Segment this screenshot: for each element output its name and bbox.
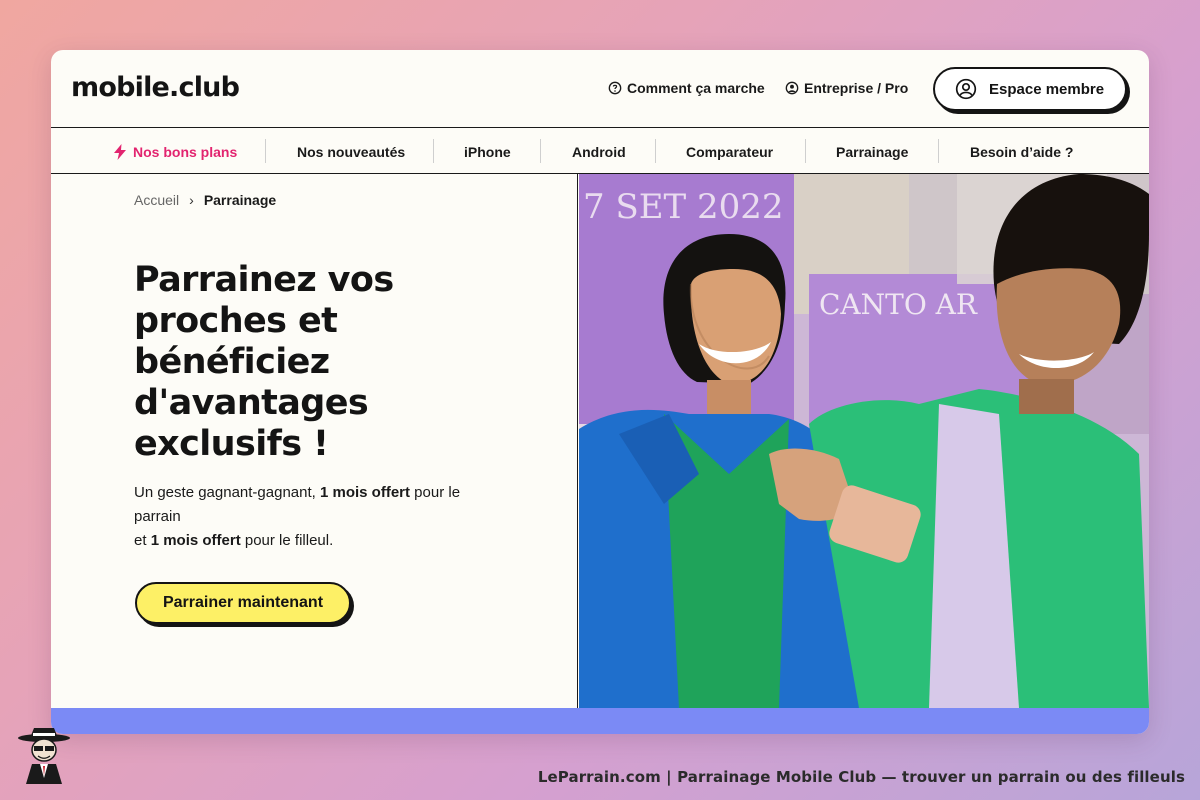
lightning-icon — [114, 143, 126, 160]
nav-divider — [540, 139, 541, 163]
nav-item-deals[interactable]: Nos bons plans — [113, 129, 237, 174]
nav-item-label: Nos nouveautés — [297, 143, 406, 160]
hero-text-panel: Accueil › Parrainage Parrainez vos proch… — [51, 174, 578, 708]
hero-photo: 7 SET 2022 CANTO AR — [579, 174, 1149, 708]
business-pro-label: Entreprise / Pro — [804, 80, 909, 96]
how-it-works-link[interactable]: Comment ça marche — [608, 80, 765, 96]
nav-item-new[interactable]: Nos nouveautés — [297, 129, 405, 174]
poster-text: CANTO AR — [819, 288, 978, 321]
poster-text: 7 SET 2022 — [583, 187, 784, 227]
footer-band — [51, 708, 1149, 734]
leparrain-mascot-logo — [18, 728, 70, 784]
nav-item-comparator[interactable]: Comparateur — [686, 129, 773, 174]
nav-divider — [265, 139, 266, 163]
breadcrumb-current: Parrainage — [203, 192, 277, 208]
nav-item-label: Nos bons plans — [133, 143, 238, 160]
subtext-bold: 1 mois offert — [319, 484, 410, 501]
subtext-bold: 1 mois offert — [150, 532, 241, 549]
nav-item-android[interactable]: Android — [572, 129, 626, 174]
nav-item-label: iPhone — [464, 143, 511, 160]
nav-item-help[interactable]: Besoin d’aide ? — [970, 129, 1073, 174]
business-pro-link[interactable]: Entreprise / Pro — [785, 80, 908, 96]
breadcrumb-home-link[interactable]: Accueil — [134, 192, 179, 208]
question-circle-icon — [608, 81, 622, 95]
chevron-right-icon: › — [189, 192, 194, 208]
friends-photo-illustration: 7 SET 2022 CANTO AR — [579, 174, 1149, 708]
nav-item-referral[interactable]: Parrainage — [836, 129, 908, 174]
nav-item-iphone[interactable]: iPhone — [464, 129, 511, 174]
browser-window: mobile.club Comment ça marche Entreprise… — [51, 50, 1149, 734]
user-circle-icon — [955, 78, 977, 100]
breadcrumb: Accueil › Parrainage — [134, 192, 276, 208]
hero-subtext: Un geste gagnant-gagnant, 1 mois offert … — [134, 481, 504, 553]
subtext-part: Un geste gagnant-gagnant, — [134, 484, 320, 501]
page-caption: LeParrain.com | Parrainage Mobile Club —… — [537, 768, 1185, 786]
top-header: mobile.club Comment ça marche Entreprise… — [51, 50, 1149, 128]
page-title: Parrainez vos proches et bénéficiez d'av… — [134, 260, 394, 464]
nav-item-label: Android — [572, 143, 626, 160]
main-nav: Nos bons plans Nos nouveautés iPhone And… — [51, 129, 1149, 174]
nav-divider — [655, 139, 656, 163]
subtext-part: et — [134, 532, 151, 549]
nav-item-label: Comparateur — [686, 143, 774, 160]
nav-item-label: Besoin d’aide ? — [970, 143, 1074, 160]
nav-divider — [938, 139, 939, 163]
subtext-part: pour le filleul. — [240, 532, 334, 549]
nav-divider — [805, 139, 806, 163]
member-area-label: Espace membre — [989, 80, 1105, 98]
nav-item-label: Parrainage — [836, 143, 909, 160]
site-logo[interactable]: mobile.club — [71, 72, 240, 103]
refer-now-button[interactable]: Parrainer maintenant — [135, 582, 351, 624]
how-it-works-label: Comment ça marche — [627, 80, 765, 96]
nav-divider — [433, 139, 434, 163]
user-circle-icon — [785, 81, 799, 95]
member-area-button[interactable]: Espace membre — [933, 67, 1127, 111]
